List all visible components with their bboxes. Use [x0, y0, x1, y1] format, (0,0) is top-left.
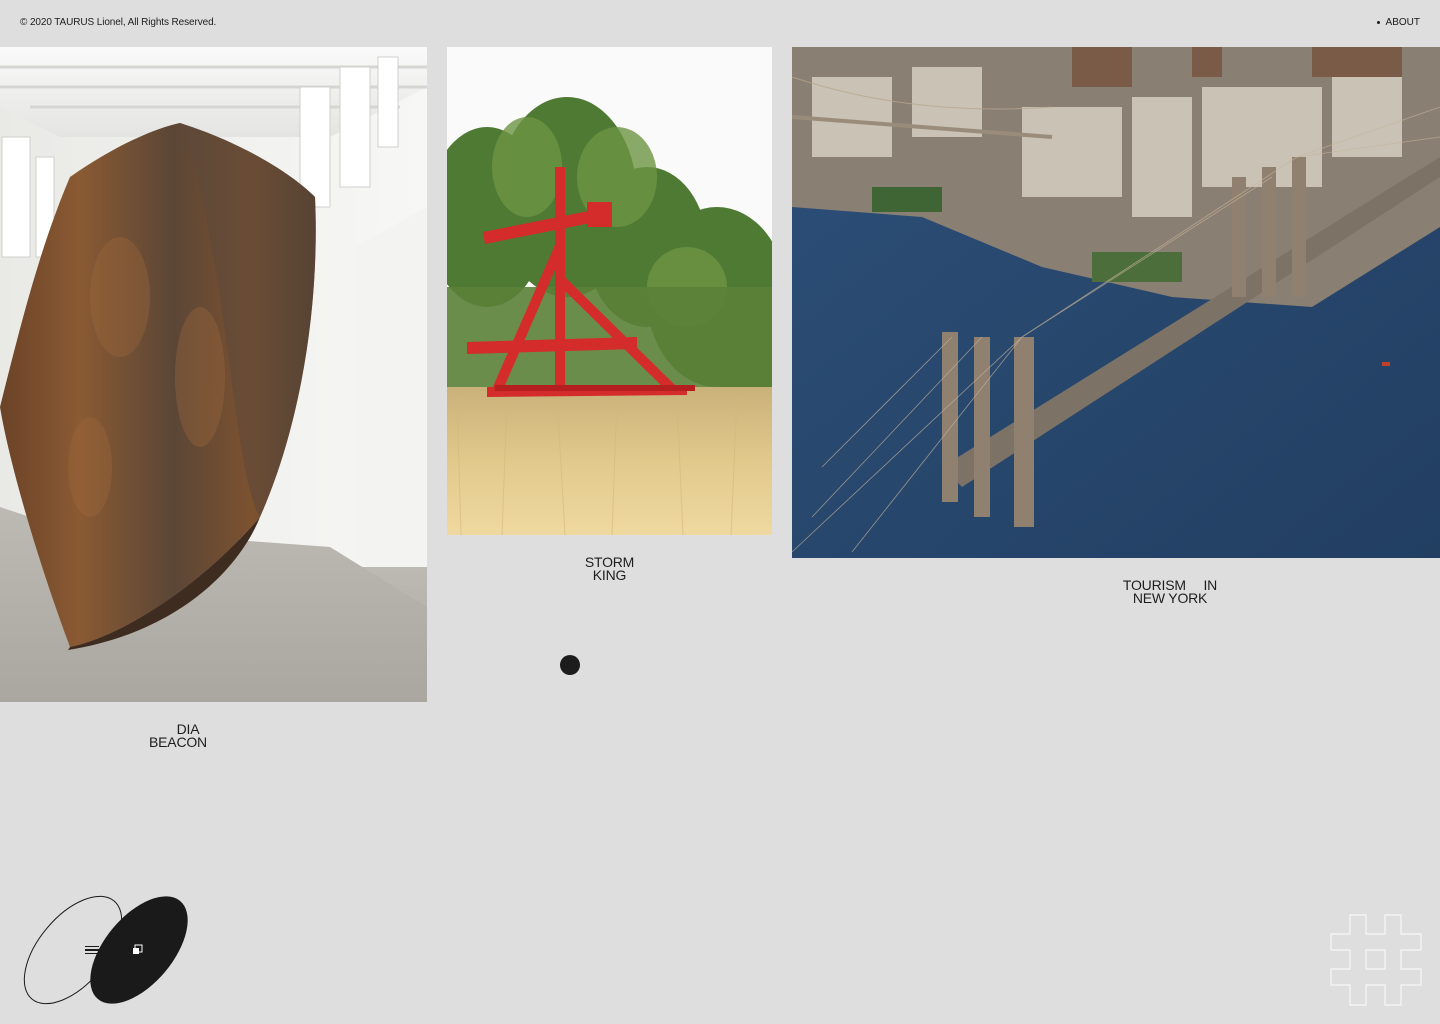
copyright-text: © 2020 TAURUS Lionel, All Rights Reserve… [20, 17, 217, 28]
menu-ellipses [23, 895, 188, 1005]
menu-button[interactable] [78, 939, 106, 961]
project-image-storm-king[interactable] [447, 47, 772, 535]
window-icon [133, 944, 143, 954]
caption-line: KING [592, 567, 627, 583]
bullet-icon [1376, 21, 1380, 24]
project-caption-storm-king[interactable]: STORM KING [447, 555, 772, 583]
cursor-dot [560, 655, 580, 675]
hamburger-line [85, 945, 99, 948]
hamburger-line [85, 949, 99, 951]
window-button[interactable] [130, 942, 146, 958]
project-image-dia-beacon[interactable] [0, 47, 427, 702]
caption-line: BEACON [149, 734, 207, 750]
about-link[interactable]: ABOUT [1376, 17, 1420, 28]
hash-logo-icon [1330, 914, 1422, 1006]
project-caption-dia-beacon[interactable]: DIA BEACON [0, 722, 356, 750]
project-caption-tourism-new-york[interactable]: TOURISM IN NEW YORK [1100, 578, 1240, 606]
about-label: ABOUT [1385, 17, 1420, 28]
caption-line: NEW YORK [1132, 590, 1208, 606]
hamburger-line [85, 952, 99, 955]
project-image-tourism-new-york[interactable] [792, 47, 1440, 558]
menu-widget [18, 893, 198, 1008]
